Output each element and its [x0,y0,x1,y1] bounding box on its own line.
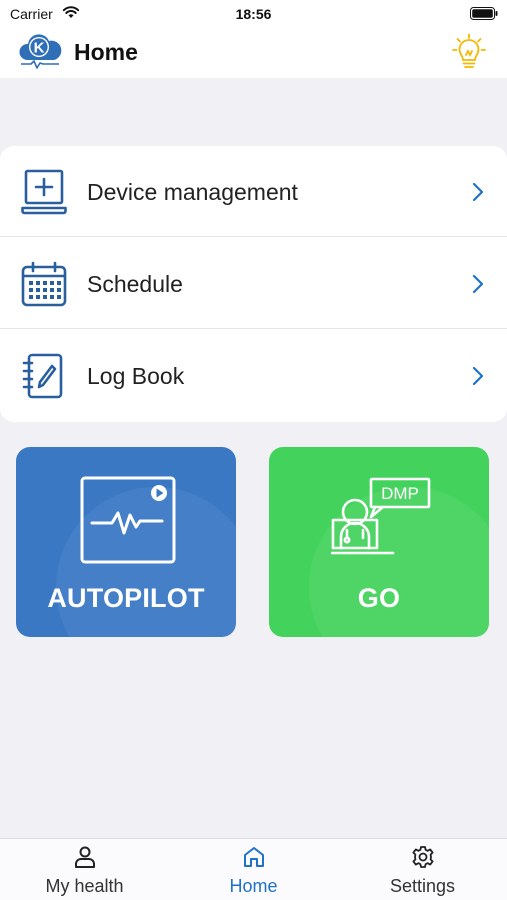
autopilot-label: AUTOPILOT [47,583,205,613]
notebook-pen-icon [22,353,63,399]
logo-letter: K [34,40,45,57]
battery-icon [470,7,498,20]
app-header: K Home [0,28,507,78]
lightbulb-icon[interactable] [451,33,487,71]
menu-item-label: Device management [87,179,298,205]
status-time: 18:56 [235,6,272,22]
gear-icon [412,846,433,868]
doctor-dmp-icon: DMP [331,477,431,555]
monitor-heartbeat-icon [80,476,176,564]
menu-item-log-book[interactable]: Log Book [0,330,507,421]
go-label: GO [357,583,401,613]
menu-item-device-management[interactable]: Device management [0,146,507,237]
autopilot-button[interactable]: AUTOPILOT [16,447,236,637]
laptop-plus-icon [21,169,67,215]
divider [0,328,507,329]
menu-item-label: Schedule [87,271,183,297]
chevron-right-icon [472,274,484,294]
person-icon [74,846,95,868]
tab-home[interactable]: Home [169,839,338,900]
tab-label: Home [229,876,278,896]
menu-item-label: Log Book [87,363,185,389]
status-bar: Carrier 18:56 [0,0,507,28]
go-button[interactable]: DMP GO [269,447,489,637]
tab-label: Settings [389,876,456,896]
menu-card: Device management Schedule Log Book [0,146,507,422]
divider [0,236,507,237]
chevron-right-icon [472,182,484,202]
k-cloud-logo[interactable]: K [18,30,62,74]
chevron-right-icon [472,366,484,386]
menu-item-schedule[interactable]: Schedule [0,238,507,329]
tab-bar: My health Home Settings [0,838,507,900]
calendar-icon [21,261,67,307]
tab-my-health[interactable]: My health [0,839,169,900]
tab-label: My health [45,876,124,896]
page-title: Home [74,39,138,65]
dmp-badge-text: DMP [381,484,419,503]
tab-settings[interactable]: Settings [338,839,507,900]
home-icon [243,847,264,867]
